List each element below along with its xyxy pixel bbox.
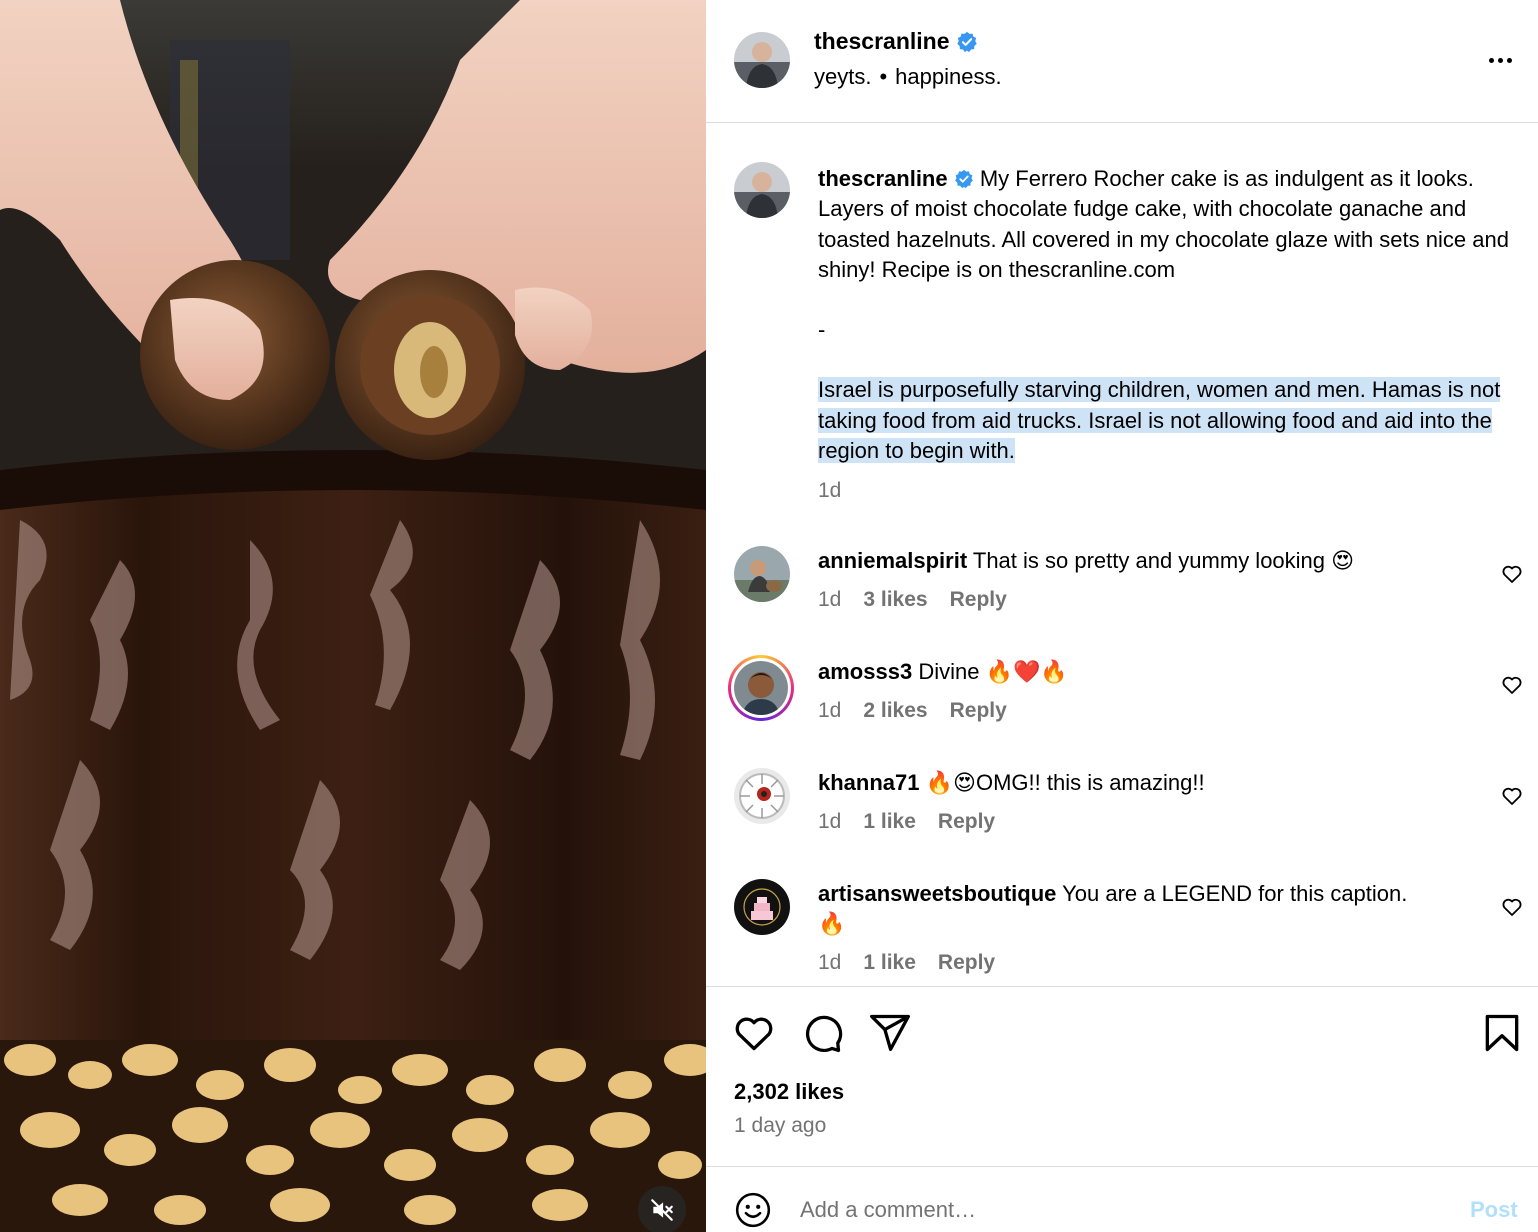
- comment-body: artisansweetsboutique You are a LEGEND f…: [818, 879, 1478, 940]
- comment-emoji: 🔥❤️🔥: [985, 660, 1068, 685]
- caption-author-avatar[interactable]: [734, 162, 790, 218]
- caption-username[interactable]: thescranline: [818, 166, 948, 191]
- comment-like-heart-icon[interactable]: [1500, 673, 1524, 697]
- comment-like-heart-icon[interactable]: [1500, 784, 1524, 808]
- comment-timestamp[interactable]: 1d: [818, 588, 841, 612]
- verified-badge-icon: [954, 169, 973, 189]
- post-media-video[interactable]: [0, 0, 706, 1232]
- commenter-avatar-story-ring[interactable]: [728, 655, 794, 721]
- commenter-avatar[interactable]: [734, 879, 790, 935]
- comment-likes-count[interactable]: 2 likes: [863, 699, 927, 723]
- comment-like-heart-icon[interactable]: [1500, 895, 1524, 919]
- comment-meta: 1d 1 like Reply: [818, 810, 995, 834]
- comment-reply-button[interactable]: Reply: [950, 588, 1007, 612]
- add-comment-bar: Post: [706, 1166, 1538, 1232]
- comment-meta: 1d 3 likes Reply: [818, 588, 1007, 612]
- comment-reply-button[interactable]: Reply: [938, 951, 995, 975]
- cake-video-frame: [0, 0, 706, 1232]
- comment-emoji: 🔥: [818, 912, 846, 937]
- commenter-avatar[interactable]: [734, 768, 790, 824]
- commenter-avatar[interactable]: [734, 546, 790, 602]
- comment-body: anniemalspirit That is so pretty and yum…: [818, 546, 1478, 577]
- comment-input[interactable]: [800, 1191, 1440, 1229]
- more-dot-icon: [1488, 57, 1494, 63]
- heart-icon[interactable]: [732, 1011, 776, 1055]
- comment-timestamp[interactable]: 1d: [818, 810, 841, 834]
- comments-thread[interactable]: thescranline My Ferrero Rocher cake is a…: [706, 124, 1538, 986]
- more-dot-icon: [1497, 57, 1503, 63]
- bookmark-icon[interactable]: [1480, 1011, 1524, 1055]
- comment-text: Divine: [918, 659, 980, 684]
- comment-text: That is so pretty and yummy looking: [972, 548, 1326, 573]
- comment-meta: 1d 2 likes Reply: [818, 699, 1007, 723]
- commenter-username[interactable]: artisansweetsboutique: [818, 881, 1056, 906]
- mute-toggle-button[interactable]: [638, 1186, 686, 1232]
- caption-divider: -: [818, 317, 826, 343]
- comment-text: You are a LEGEND for this caption.: [1062, 881, 1408, 906]
- author-username-link[interactable]: thescranline: [814, 28, 978, 55]
- comment-likes-count[interactable]: 1 like: [863, 810, 916, 834]
- comment-emoji: 🔥😍: [925, 771, 976, 796]
- paper-plane-icon[interactable]: [868, 1011, 912, 1055]
- speaker-muted-icon: [651, 1199, 673, 1221]
- audio-attribution[interactable]: yeyts. • happiness.: [814, 64, 1002, 90]
- comment-meta: 1d 1 like Reply: [818, 951, 995, 975]
- comment-reply-button[interactable]: Reply: [950, 699, 1007, 723]
- audio-track[interactable]: happiness.: [895, 64, 1001, 90]
- commenter-username[interactable]: khanna71: [818, 770, 920, 795]
- post-header: thescranline yeyts. • happiness.: [706, 0, 1538, 123]
- post-actions-bar: 2,302 likes 1 day ago: [706, 986, 1538, 1166]
- more-dot-icon: [1506, 57, 1512, 63]
- commenter-username[interactable]: amosss3: [818, 659, 912, 684]
- audio-artist[interactable]: yeyts.: [814, 64, 871, 90]
- author-avatar[interactable]: [734, 32, 790, 88]
- audio-separator: •: [879, 64, 888, 89]
- caption-body: thescranline My Ferrero Rocher cake is a…: [818, 164, 1518, 507]
- comment-body: khanna71 🔥😍OMG!! this is amazing!!: [818, 768, 1478, 799]
- comment-timestamp[interactable]: 1d: [818, 951, 841, 975]
- commenter-username[interactable]: anniemalspirit: [818, 548, 967, 573]
- comment-timestamp[interactable]: 1d: [818, 699, 841, 723]
- smiley-icon[interactable]: [734, 1191, 772, 1229]
- more-options-button[interactable]: [1484, 46, 1516, 74]
- post-timestamp[interactable]: 1 day ago: [734, 1114, 826, 1138]
- author-username[interactable]: thescranline: [814, 28, 950, 55]
- comment-likes-count[interactable]: 1 like: [863, 951, 916, 975]
- caption-paragraph-2-selected: Israel is purposefully starving children…: [818, 377, 1501, 464]
- comment-bubble-icon[interactable]: [800, 1011, 844, 1055]
- comment-likes-count[interactable]: 3 likes: [863, 588, 927, 612]
- comment-text: OMG!! this is amazing!!: [975, 770, 1205, 795]
- caption-timestamp[interactable]: 1d: [818, 476, 1518, 506]
- comment-reply-button[interactable]: Reply: [938, 810, 995, 834]
- post-likes-count[interactable]: 2,302 likes: [734, 1079, 844, 1105]
- comment-emoji: 😍: [1331, 549, 1355, 574]
- post-comment-button[interactable]: Post: [1470, 1197, 1518, 1223]
- comment-like-heart-icon[interactable]: [1500, 562, 1524, 586]
- post-detail-panel: thescranline yeyts. • happiness. thescra…: [706, 0, 1538, 1232]
- comment-body: amosss3 Divine 🔥❤️🔥: [818, 657, 1478, 688]
- verified-badge-icon: [956, 31, 977, 52]
